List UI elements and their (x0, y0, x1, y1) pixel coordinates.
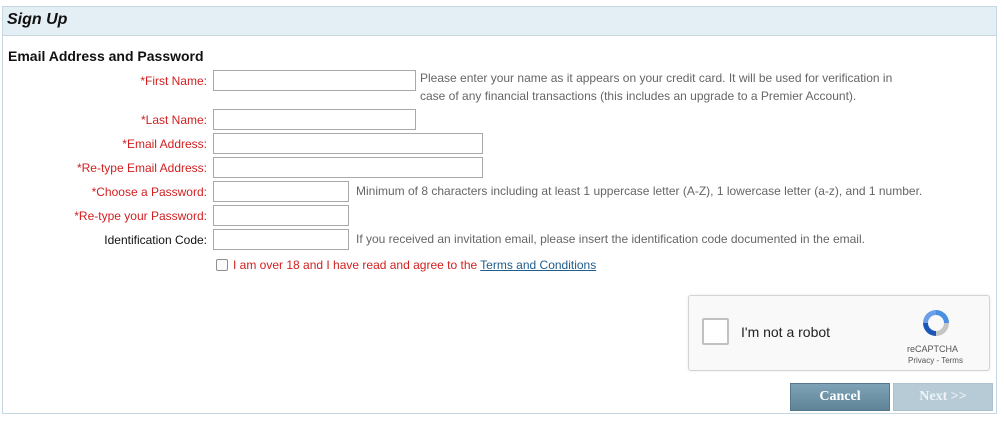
first-name-hint-line2: case of any financial transactions (this… (420, 89, 857, 103)
first-name-label: *First Name: (140, 74, 207, 88)
recaptcha-label: I'm not a robot (741, 324, 831, 340)
password-hint: Minimum of 8 characters including at lea… (356, 184, 923, 198)
id-code-hint: If you received an invitation email, ple… (356, 232, 865, 246)
terms-row: I am over 18 and I have read and agree t… (216, 258, 596, 272)
first-name-hint-line1: Please enter your name as it appears on … (420, 71, 893, 85)
first-name-input[interactable] (213, 70, 416, 91)
recaptcha-logo-icon (923, 310, 949, 336)
password-input[interactable] (213, 181, 349, 202)
recaptcha-brand: reCAPTCHA (907, 344, 959, 354)
id-code-input[interactable] (213, 229, 349, 250)
email-label: *Email Address: (122, 137, 207, 151)
password-label: *Choose a Password: (91, 185, 207, 199)
signup-panel: Sign Up Email Address and Password *Firs… (2, 6, 997, 414)
cancel-button[interactable]: Cancel (790, 383, 890, 411)
terms-checkbox[interactable] (216, 259, 228, 271)
password-confirm-input[interactable] (213, 205, 349, 226)
email-input[interactable] (213, 133, 483, 154)
password-confirm-label: *Re-type your Password: (74, 209, 207, 223)
first-name-hint: Please enter your name as it appears on … (420, 69, 892, 105)
last-name-label: *Last Name: (140, 113, 207, 127)
terms-link[interactable]: Terms and Conditions (480, 258, 596, 272)
last-name-input[interactable] (213, 109, 416, 130)
panel-title: Sign Up (3, 7, 996, 36)
recaptcha-privacy-terms[interactable]: Privacy - Terms (908, 356, 963, 365)
recaptcha-widget: I'm not a robot reCAPTCHA Privacy - Term… (688, 295, 990, 371)
email-confirm-input[interactable] (213, 157, 483, 178)
email-confirm-label: *Re-type Email Address: (76, 161, 207, 175)
section-title: Email Address and Password (8, 48, 204, 64)
id-code-label: Identification Code: (104, 233, 207, 247)
recaptcha-checkbox[interactable] (702, 318, 729, 345)
next-button[interactable]: Next >> (893, 383, 993, 411)
terms-text: I am over 18 and I have read and agree t… (233, 258, 478, 272)
